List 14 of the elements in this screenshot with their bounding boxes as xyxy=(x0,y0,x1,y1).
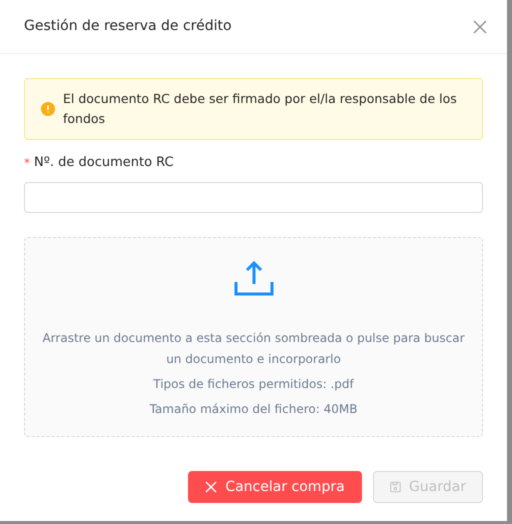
document-number-field[interactable] xyxy=(24,182,483,213)
dropzone-text: Tamaño máximo del fichero: 40MB xyxy=(150,401,358,418)
dropzone-text: Tipos de ficheros permitidos: .pdf xyxy=(153,376,354,393)
close-icon xyxy=(205,481,218,493)
dropzone-text: Arrastre un documento a esta sección sombreada o pulse para buscar un documento e incorporarlo xyxy=(41,330,466,368)
upload-dropzone[interactable]: Arrastre un documento a esta sección sombreada o pulse para buscar un documento e incorporarlo Tipos de ficheros permitidos: .pdf Tamaño máximo del fichero: 40MB xyxy=(24,237,483,437)
alert-message: El documento RC debe ser firmado por el/la responsable de los fondos xyxy=(63,90,458,128)
cancel-purchase-button[interactable]: Cancelar compra xyxy=(188,471,362,503)
warning-icon xyxy=(41,102,55,116)
upload-icon xyxy=(234,258,274,298)
field-label: Nº. de documento RC xyxy=(34,154,174,172)
dialog-title: Gestión de reserva de crédito xyxy=(24,17,232,36)
required-mark: * xyxy=(24,155,30,172)
close-button[interactable] xyxy=(473,20,487,34)
